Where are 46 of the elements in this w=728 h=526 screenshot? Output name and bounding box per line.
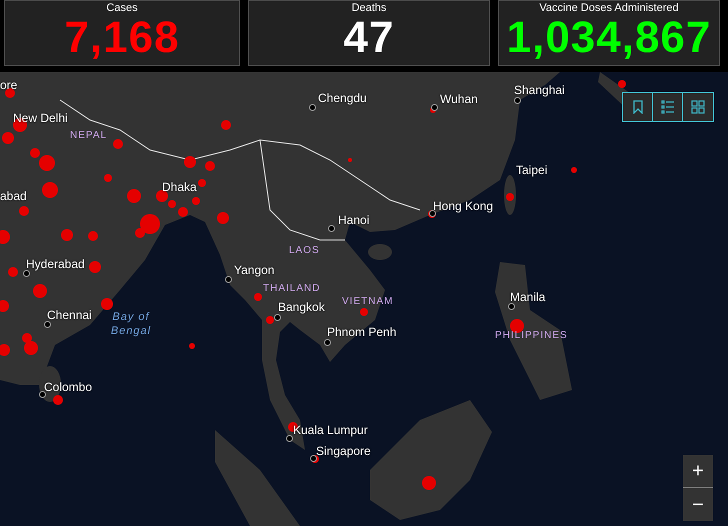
city-label: Kuala Lumpur (293, 423, 368, 437)
country-label: PHILIPPINES (495, 330, 568, 342)
zoom-out-button[interactable]: − (683, 488, 713, 521)
city-label: Manila (510, 290, 546, 304)
case-marker (0, 300, 9, 312)
list-icon (660, 100, 674, 114)
island-shape (368, 244, 392, 260)
case-marker (5, 88, 15, 98)
case-marker (571, 167, 577, 173)
city-label: Shanghai (514, 83, 565, 97)
city-label: ore (0, 78, 18, 92)
city-label: Hyderabad (26, 257, 85, 271)
zoom-in-button[interactable]: + (683, 455, 713, 488)
case-marker (348, 158, 352, 162)
stat-label: Cases (106, 2, 138, 14)
stat-label: Vaccine Doses Administered (539, 2, 679, 14)
city-label: Taipei (516, 163, 548, 177)
city-label: Chengdu (318, 91, 367, 105)
city-label: Dhaka (162, 180, 197, 194)
stat-label: Deaths (352, 2, 386, 14)
case-marker (618, 80, 626, 88)
bookmark-icon (632, 100, 642, 114)
country-label: THAILAND (263, 283, 320, 295)
case-marker (189, 343, 195, 349)
city-label: Singapore (316, 444, 371, 458)
city-label: Bangkok (278, 300, 325, 314)
city-label: Wuhan (440, 92, 478, 106)
city-label: Chennai (47, 308, 92, 322)
country-label: VIETNAM (342, 296, 394, 308)
stat-value: 7,168 (64, 14, 180, 62)
case-marker (0, 230, 10, 244)
stat-value: 47 (344, 14, 394, 62)
city-label: Yangon (234, 263, 274, 277)
city-label: New Delhi (13, 111, 68, 125)
stat-value: 1,034,867 (506, 14, 712, 62)
city-label: Phnom Penh (327, 325, 396, 339)
country-label: NEPAL (70, 130, 108, 142)
case-marker (0, 344, 10, 356)
case-marker (53, 395, 63, 405)
city-label: Hanoi (338, 213, 370, 227)
country-label: LAOS (289, 245, 320, 257)
water-label: Bay of Bengal (110, 310, 152, 338)
city-label: Hong Kong (433, 199, 494, 213)
city-label: abad (0, 189, 27, 203)
grid-icon (691, 100, 705, 114)
city-label: Colombo (44, 380, 92, 394)
